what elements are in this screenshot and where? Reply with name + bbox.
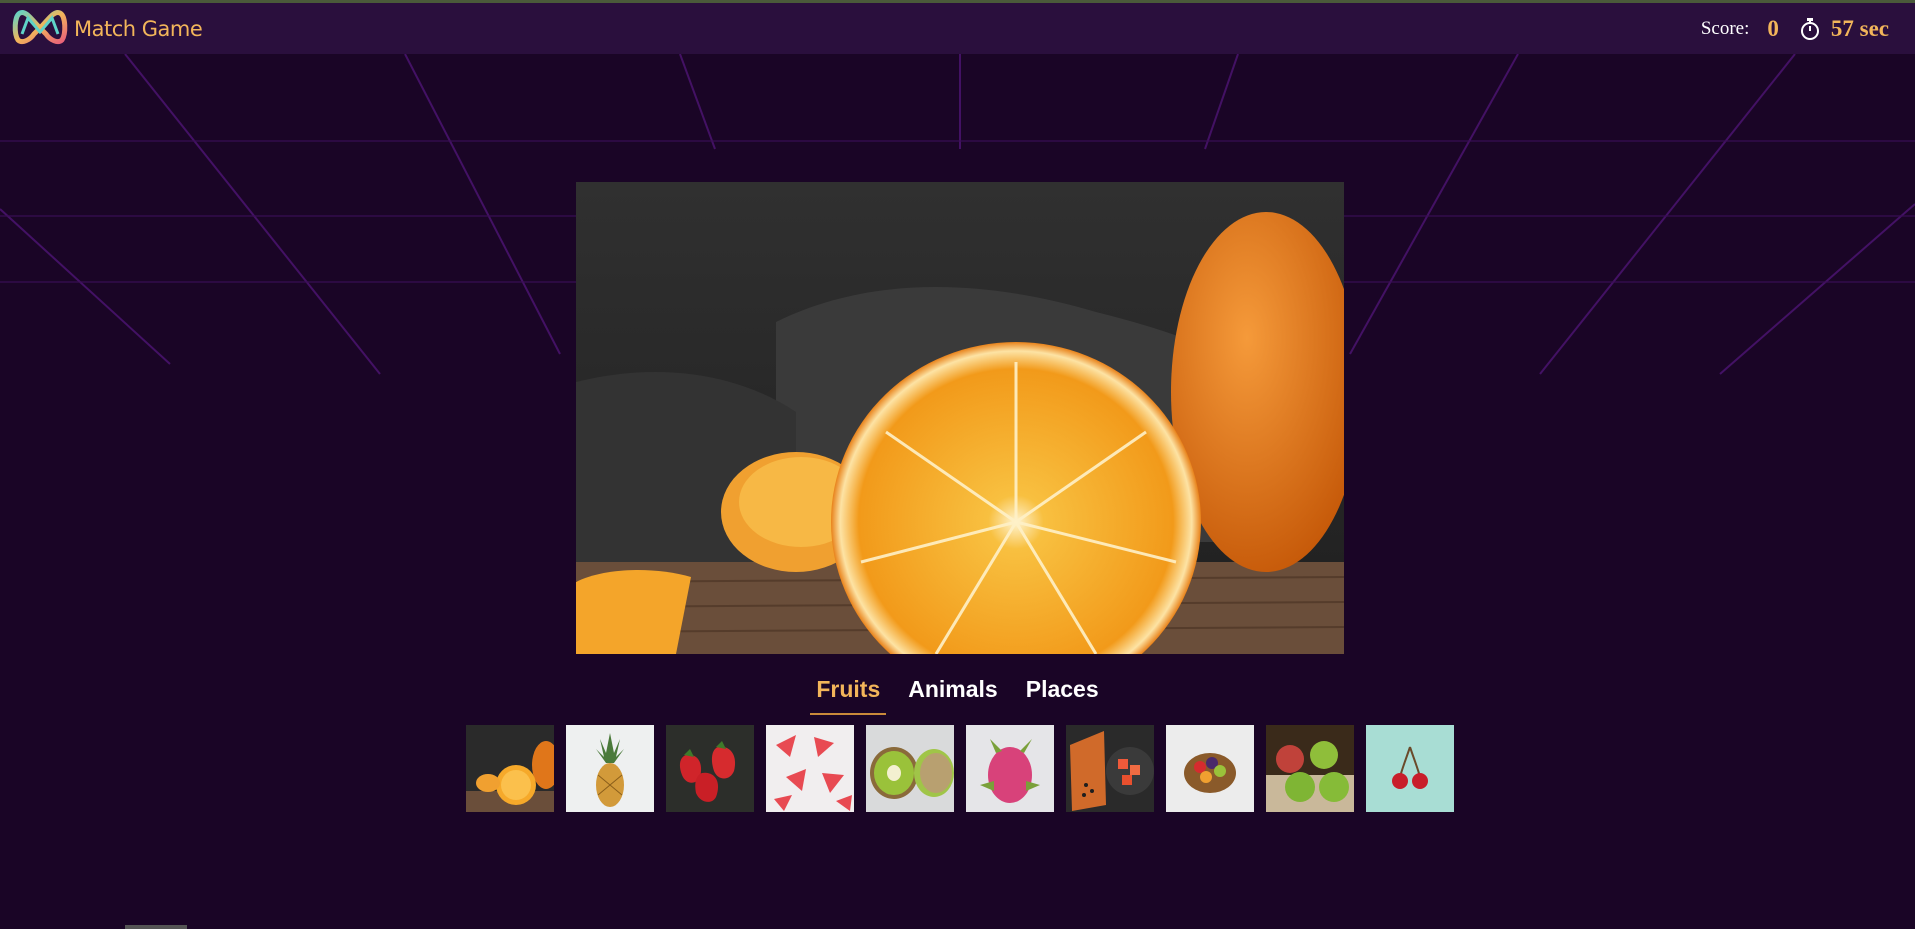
app-title: Match Game xyxy=(74,16,203,41)
thumbnail-dragon-fruit[interactable] xyxy=(966,725,1054,812)
thumbnail-strip xyxy=(466,725,1454,812)
thumbnail-papaya[interactable] xyxy=(1066,725,1154,812)
brand-link[interactable]: Match Game xyxy=(12,6,203,51)
score-value: 0 xyxy=(1767,15,1779,41)
hero-image xyxy=(576,182,1344,654)
thumbnail-fruit-bowl[interactable] xyxy=(1166,725,1254,812)
logo-icon xyxy=(12,6,68,51)
game-hud: Score: 0 57 sec xyxy=(1701,16,1889,42)
thumbnail-strawberry[interactable] xyxy=(666,725,754,812)
thumbnail-apple[interactable] xyxy=(1266,725,1354,812)
score-label: Score: xyxy=(1700,17,1750,39)
category-tabs: Fruits Animals Places xyxy=(0,672,1915,715)
scrollbar-thumb[interactable] xyxy=(125,925,187,929)
thumbnail-pineapple[interactable] xyxy=(566,725,654,812)
thumbnail-cherry[interactable] xyxy=(1366,725,1454,812)
timer-value: 57 sec xyxy=(1830,15,1889,41)
tab-fruits[interactable]: Fruits xyxy=(810,672,887,715)
thumbnail-watermelon[interactable] xyxy=(766,725,854,812)
thumbnail-orange[interactable] xyxy=(466,725,554,812)
navbar: Match Game Score: 0 57 sec xyxy=(0,3,1915,54)
thumbnail-kiwi[interactable] xyxy=(866,725,954,812)
stopwatch-icon xyxy=(1799,17,1821,41)
tab-animals[interactable]: Animals xyxy=(902,672,1003,715)
tab-places[interactable]: Places xyxy=(1020,672,1105,715)
orange-photo xyxy=(576,182,1344,654)
